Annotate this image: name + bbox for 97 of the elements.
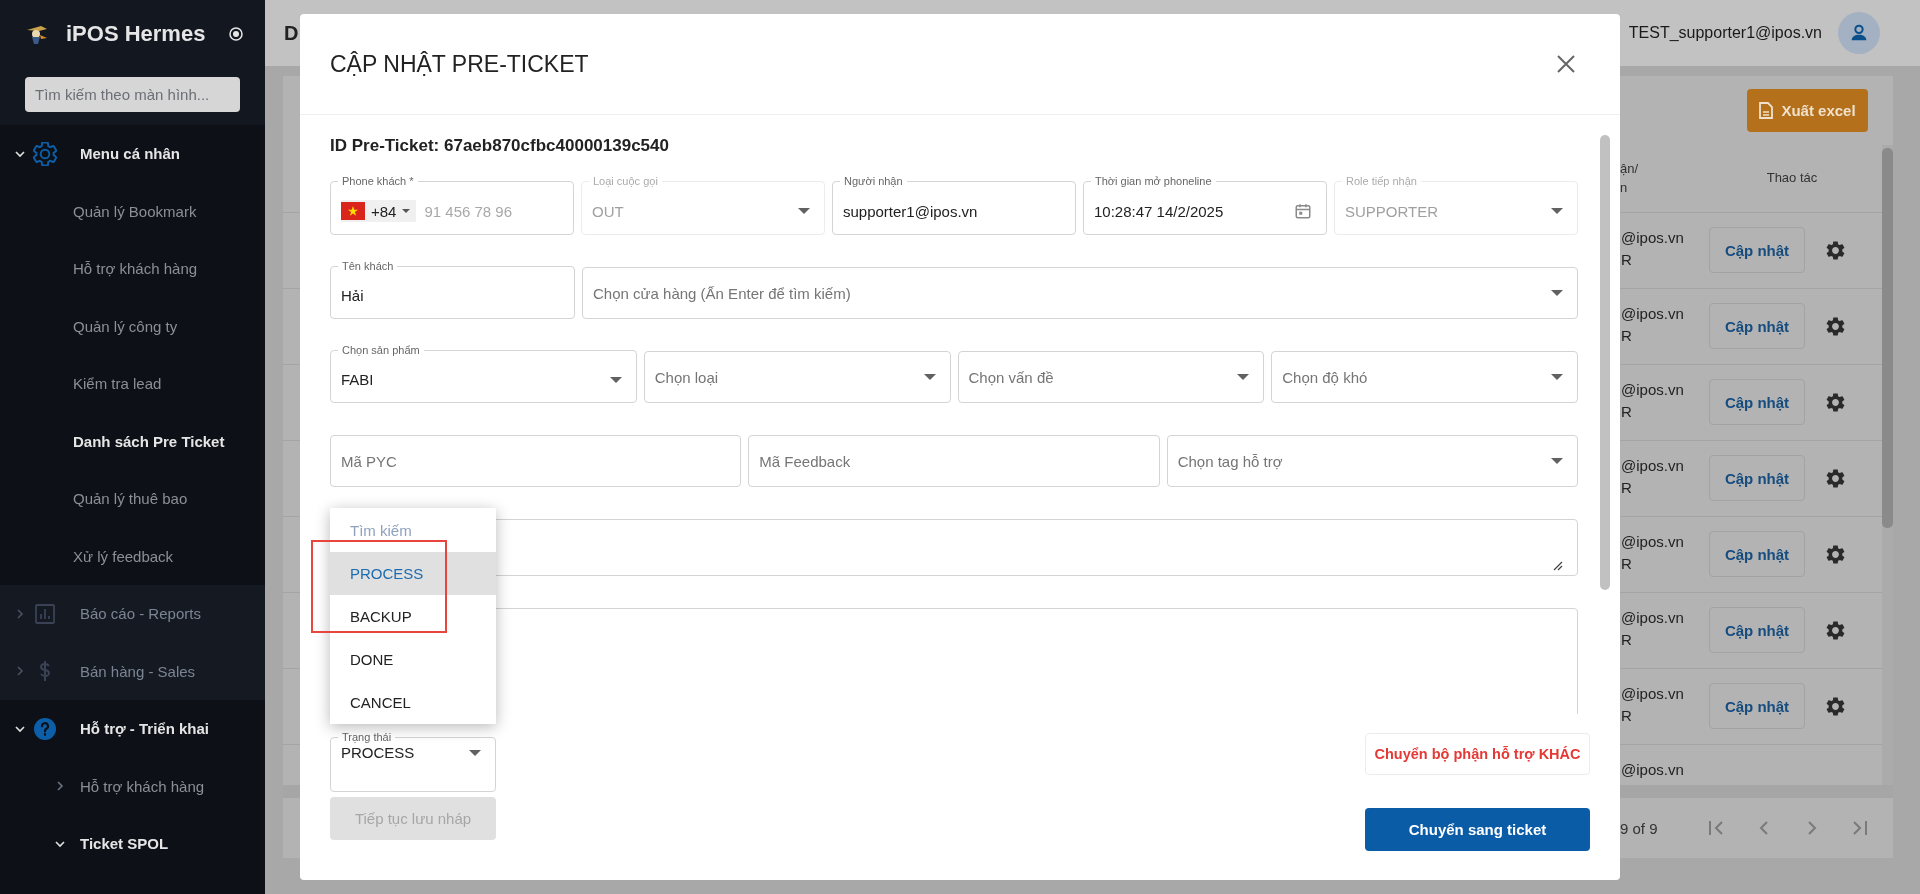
caret-icon — [402, 209, 411, 213]
gear-icon[interactable] — [1826, 316, 1845, 336]
chevron-icon — [14, 607, 26, 620]
phone-field[interactable]: Phone khách * +84 91 456 78 96 — [330, 174, 574, 235]
caret-icon — [1551, 458, 1563, 464]
column-header: ận/ n — [1620, 160, 1640, 197]
country-code-picker[interactable]: +84 — [341, 200, 417, 222]
field-label: Role tiếp nhận — [1345, 174, 1418, 188]
table-cell-text: @ipos.vn R — [1620, 684, 1685, 726]
menu-item[interactable]: Danh sách Pre Ticket — [0, 412, 265, 470]
menu-item[interactable]: Xử lý feedback — [0, 527, 265, 585]
update-button[interactable]: Cập nhật — [1709, 683, 1805, 729]
caret-icon — [1551, 374, 1563, 380]
dialog-title: CẬP NHẬT PRE-TICKET — [330, 50, 590, 78]
gear-icon[interactable] — [1826, 696, 1845, 716]
submenu-item[interactable]: Hỗ trợ khách hàng — [0, 757, 265, 815]
menu-item[interactable]: Hỗ trợ khách hàng — [0, 240, 265, 298]
gear-icon[interactable] — [1826, 620, 1845, 640]
caret-icon — [1551, 290, 1563, 296]
text-field[interactable]: Người nhận supporter1@ipos.vn — [832, 174, 1076, 235]
select-field[interactable]: Chọn loại — [643, 351, 951, 403]
resize-grip-icon — [1553, 561, 1563, 571]
select-field[interactable]: Chọn sản phẩm FABI — [330, 343, 637, 403]
file-icon — [1759, 102, 1774, 119]
select-field[interactable]: Chọn độ khó — [1271, 351, 1578, 403]
update-button[interactable]: Cập nhật — [1709, 455, 1805, 501]
select-field[interactable]: Chọn vấn đề — [957, 351, 1265, 403]
caret-icon — [923, 374, 936, 380]
table-cell-text: @ipos.vn R — [1620, 532, 1685, 574]
menu-item[interactable]: Quản lý công ty — [0, 297, 265, 355]
field-label: Người nhận — [843, 174, 904, 188]
calendar-icon — [1294, 202, 1312, 220]
update-button[interactable]: Cập nhật — [1709, 379, 1805, 425]
avatar[interactable] — [1838, 12, 1880, 54]
field-label: Tên khách — [341, 259, 395, 273]
column-header: Thao tác — [1765, 169, 1819, 188]
gear-icon[interactable] — [1826, 468, 1845, 488]
page-range: 9 of 9 — [1620, 819, 1659, 837]
dropdown-option[interactable]: CANCEL — [330, 681, 496, 724]
menu-item[interactable]: Quản lý Bookmark — [0, 182, 265, 240]
export-button[interactable]: Xuất excel — [1747, 89, 1868, 132]
help-icon — [33, 716, 57, 741]
field-label: Thời gian mở phoneline — [1094, 174, 1213, 188]
select-field[interactable]: Chọn cửa hàng (Ấn Enter để tìm kiếm) — [582, 267, 1578, 319]
text-field[interactable]: Mã Feedback — [748, 435, 1160, 487]
user-email: TEST_supporter1@ipos.vn — [1628, 24, 1822, 42]
caret-icon — [1237, 374, 1250, 380]
page-title: D — [284, 21, 299, 45]
text-field[interactable]: Tên khách Hải — [330, 259, 575, 319]
menu-item[interactable]: Quản lý thuê bao — [0, 470, 265, 528]
update-button[interactable]: Cập nhật — [1709, 227, 1805, 273]
update-button[interactable]: Cập nhật — [1709, 303, 1805, 349]
select-field[interactable]: Chọn tag hỗ trợ — [1166, 435, 1578, 487]
menu-item[interactable]: Kiểm tra lead — [0, 355, 265, 413]
dropdown-search-field[interactable]: Tìm kiếm — [330, 508, 496, 552]
convert-ticket-button[interactable]: Chuyển sang ticket — [1365, 808, 1590, 851]
caret-icon — [609, 376, 622, 383]
gear-icon[interactable] — [1826, 392, 1845, 412]
dropdown-option[interactable]: DONE — [330, 638, 496, 681]
table-cell-text: @ipos.vn R — [1620, 380, 1685, 422]
update-button[interactable]: Cập nhật — [1709, 531, 1805, 577]
transfer-button[interactable]: Chuyển bộ phận hỗ trợ KHÁC — [1365, 733, 1590, 775]
chevron-icon — [14, 665, 26, 678]
submenu-item[interactable]: Ticket SPOL — [0, 815, 265, 873]
dropdown-option[interactable]: PROCESS — [330, 552, 496, 595]
radio-icon[interactable] — [229, 27, 243, 41]
gear-icon[interactable] — [1826, 544, 1845, 564]
field-label: Chọn sản phẩm — [341, 343, 421, 357]
field-label: Phone khách * — [341, 174, 415, 188]
caret-icon — [469, 749, 481, 756]
dropdown-option[interactable]: BACKUP — [330, 595, 496, 638]
status-select[interactable]: Trạng thái PROCESS — [330, 730, 496, 792]
close-icon[interactable] — [1556, 54, 1576, 74]
menu-group[interactable]: Báo cáo - Reports — [0, 585, 265, 643]
gear-icon[interactable] — [1826, 240, 1845, 260]
ticket-id: ID Pre-Ticket: 67aeb870cfbc40000139c540 — [330, 135, 670, 157]
menu-group[interactable]: Menu cá nhân — [0, 125, 265, 183]
menu-group[interactable]: Hỗ trợ - Triển khai — [0, 700, 265, 758]
table-cell-text: @ipos.vn R — [1620, 608, 1685, 650]
field-label: Trạng thái — [341, 730, 393, 744]
caret-icon — [798, 208, 810, 214]
bar-chart-icon — [33, 601, 57, 626]
gear-icon — [33, 141, 57, 166]
date-field[interactable]: Thời gian mở phoneline 10:28:47 14/2/2025 — [1083, 174, 1327, 235]
text-field[interactable]: Mã PYC — [330, 435, 742, 487]
table-cell-text: @ipos.vn R — [1620, 456, 1685, 498]
caret-icon — [1551, 208, 1563, 214]
flag-icon — [341, 202, 365, 220]
search-field[interactable]: Tìm kiếm theo màn hình... — [25, 77, 240, 112]
field-label: Loại cuộc gọi — [592, 174, 659, 188]
update-button[interactable]: Cập nhật — [1709, 607, 1805, 653]
chevron-icon — [54, 780, 66, 793]
table-cell-text: @ipos.vn — [1620, 760, 1685, 780]
brand-name: iPOS Hermes — [66, 21, 207, 47]
table-cell-text: @ipos.vn R — [1620, 228, 1685, 270]
menu-group[interactable]: Bán hàng - Sales — [0, 642, 265, 700]
table-cell-text: @ipos.vn R — [1620, 304, 1685, 346]
